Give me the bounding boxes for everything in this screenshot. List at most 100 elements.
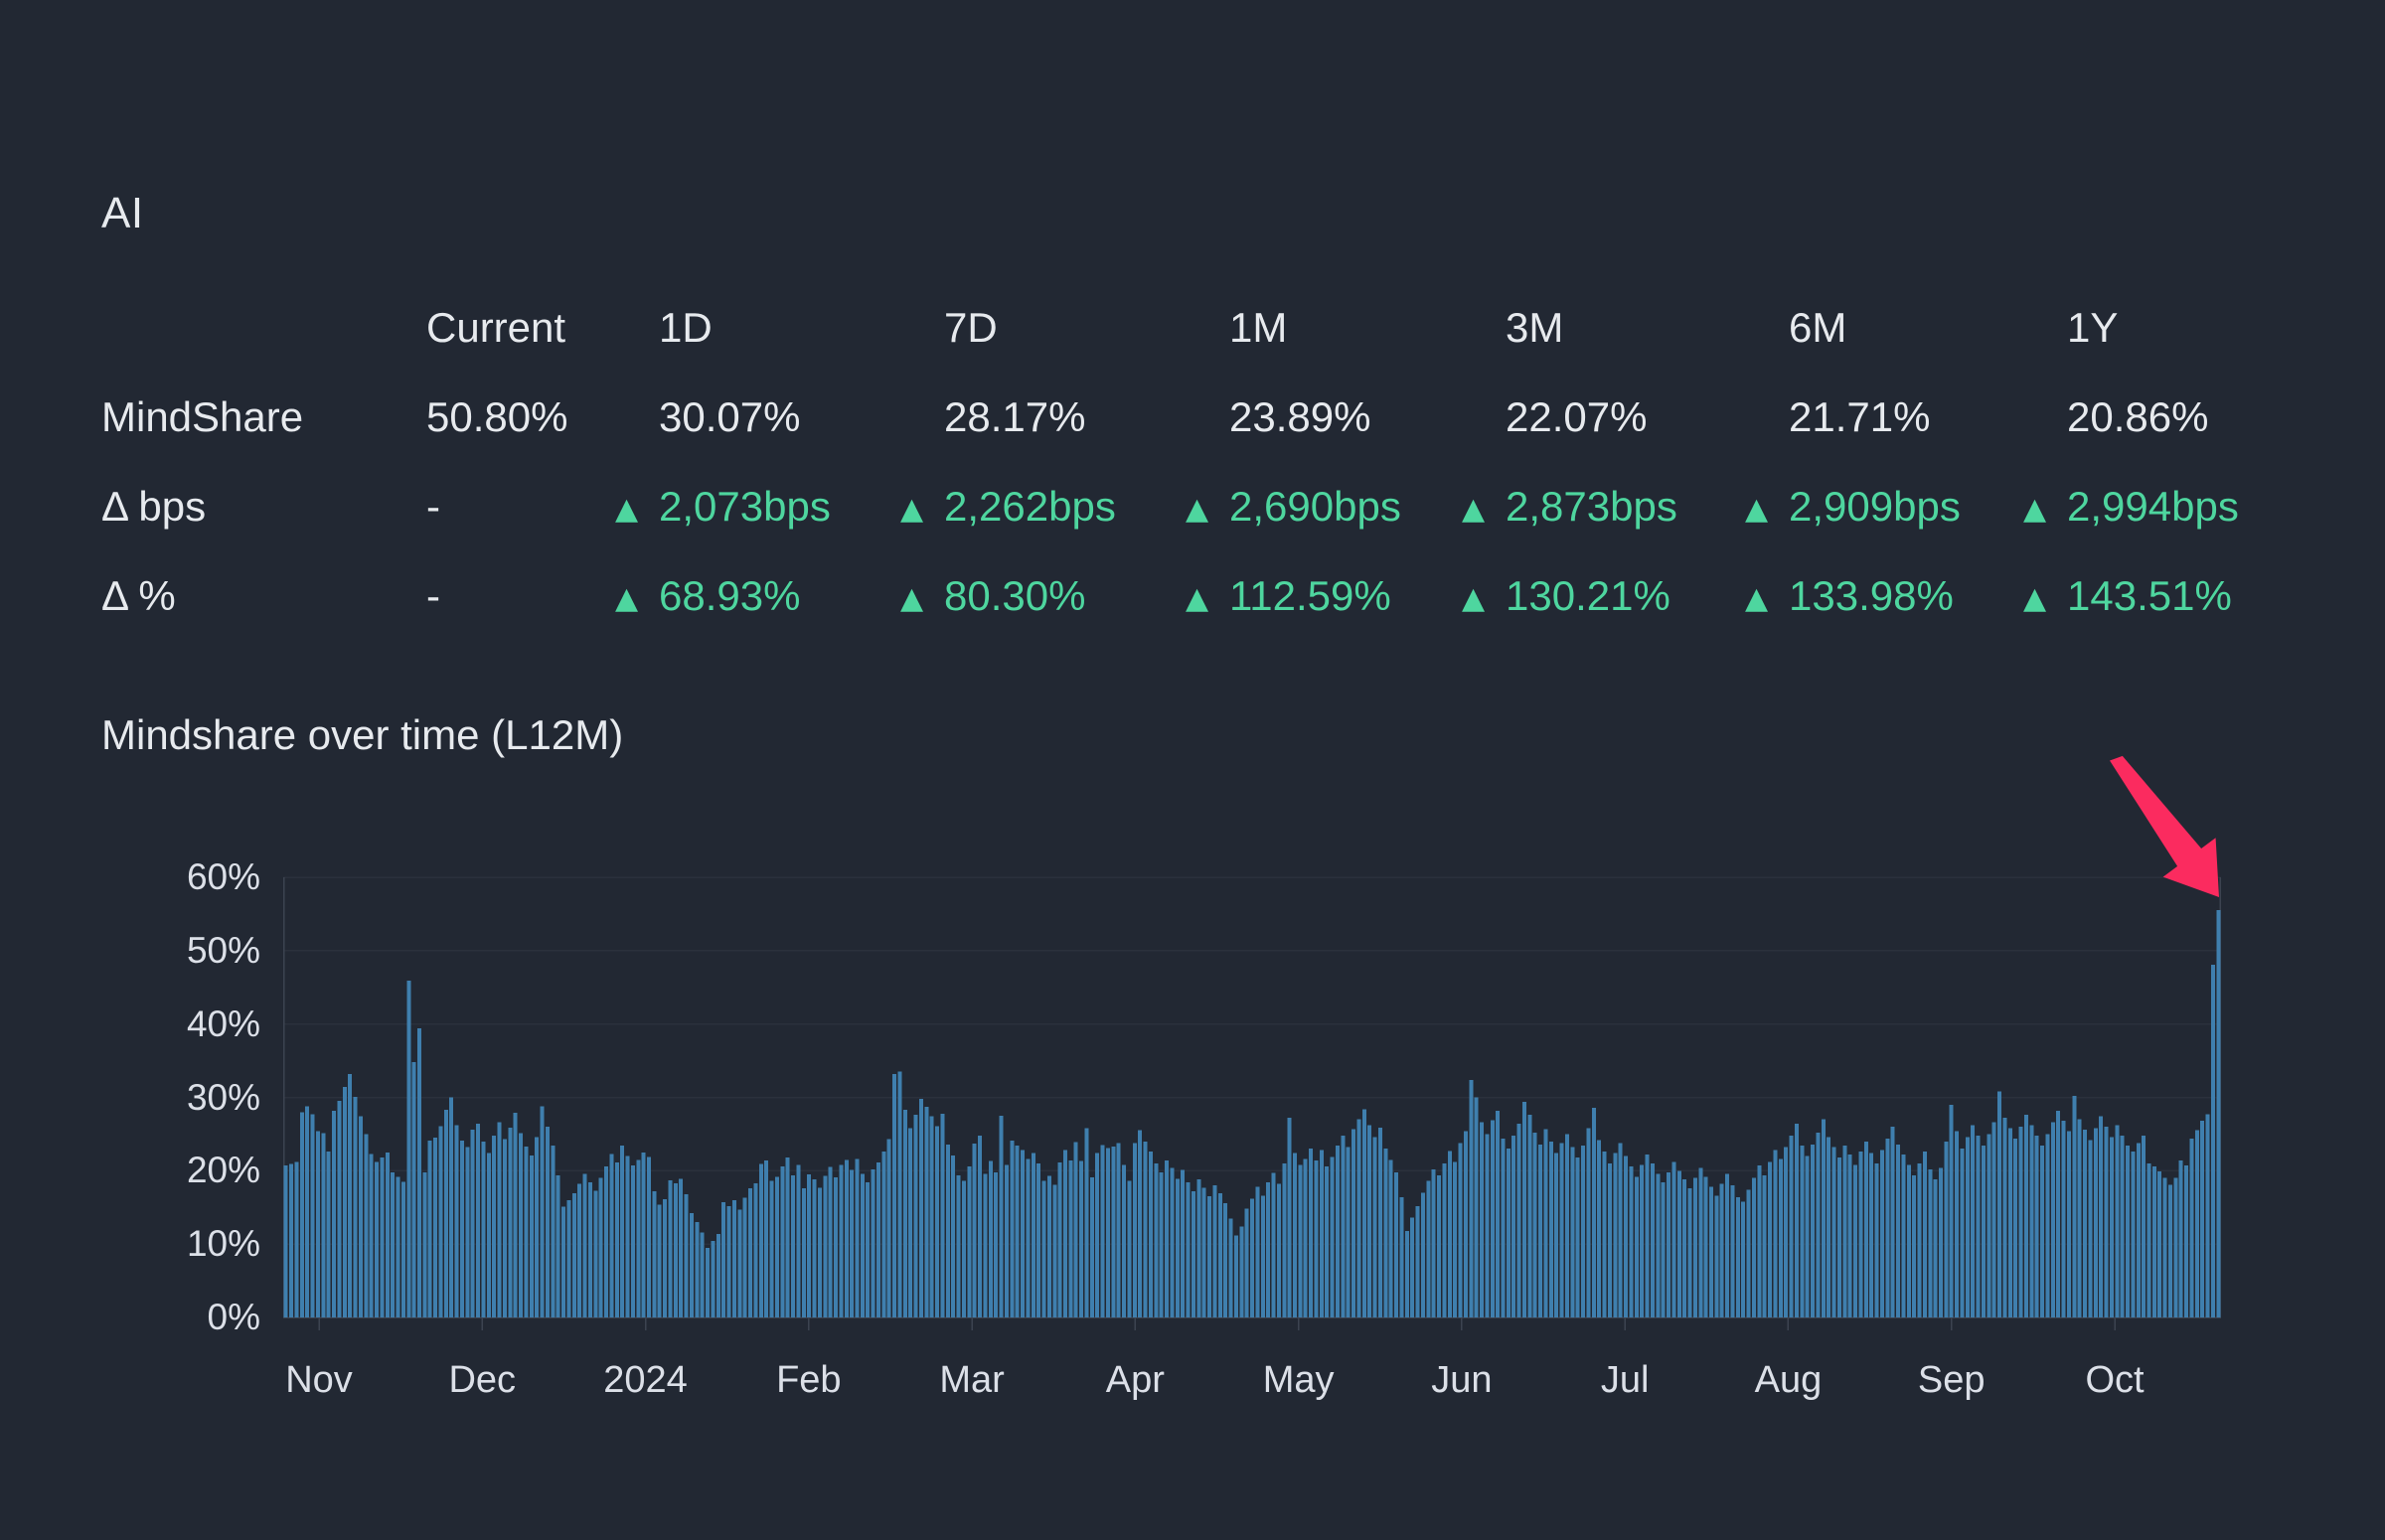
mindshare-bar[interactable]	[636, 1159, 641, 1317]
mindshare-bar[interactable]	[951, 1155, 956, 1317]
mindshare-bar[interactable]	[1853, 1164, 1858, 1317]
mindshare-bar[interactable]	[2120, 1135, 2125, 1317]
mindshare-bar[interactable]	[1159, 1171, 1164, 1317]
mindshare-bar[interactable]	[1661, 1182, 1666, 1317]
mindshare-bar[interactable]	[726, 1205, 731, 1317]
mindshare-bar[interactable]	[1703, 1176, 1708, 1317]
mindshare-bar[interactable]	[1511, 1135, 1516, 1317]
mindshare-bar[interactable]	[406, 981, 411, 1317]
mindshare-bar[interactable]	[1341, 1135, 1346, 1317]
mindshare-bar[interactable]	[2061, 1121, 2066, 1317]
mindshare-bar[interactable]	[1613, 1153, 1618, 1317]
mindshare-bar[interactable]	[1811, 1144, 1816, 1317]
mindshare-bar[interactable]	[2115, 1125, 2120, 1317]
mindshare-bar[interactable]	[1928, 1168, 1933, 1317]
mindshare-bar[interactable]	[481, 1141, 486, 1317]
mindshare-bar[interactable]	[630, 1165, 635, 1317]
mindshare-bar[interactable]	[1298, 1164, 1303, 1317]
mindshare-bar[interactable]	[764, 1160, 769, 1317]
mindshare-bar[interactable]	[1036, 1162, 1041, 1317]
mindshare-bar[interactable]	[2131, 1152, 2136, 1317]
mindshare-bar[interactable]	[1778, 1158, 1783, 1317]
mindshare-bar[interactable]	[1607, 1162, 1612, 1317]
mindshare-bar[interactable]	[1735, 1196, 1740, 1317]
mindshare-bar[interactable]	[711, 1241, 716, 1317]
mindshare-bar[interactable]	[2189, 1138, 2194, 1317]
mindshare-bar[interactable]	[1629, 1165, 1634, 1317]
mindshare-bar[interactable]	[1768, 1161, 1773, 1317]
mindshare-bar[interactable]	[1597, 1140, 1602, 1317]
mindshare-bar[interactable]	[1383, 1149, 1388, 1317]
mindshare-bar[interactable]	[1122, 1164, 1127, 1317]
mindshare-bar[interactable]	[908, 1128, 913, 1317]
mindshare-bar[interactable]	[1645, 1155, 1650, 1317]
mindshare-bar[interactable]	[342, 1087, 347, 1317]
mindshare-bar[interactable]	[1287, 1118, 1292, 1317]
mindshare-bar[interactable]	[459, 1141, 464, 1317]
mindshare-bar[interactable]	[1821, 1119, 1826, 1317]
mindshare-bar[interactable]	[860, 1173, 865, 1317]
mindshare-bar[interactable]	[545, 1127, 550, 1317]
mindshare-bar[interactable]	[2013, 1138, 2018, 1317]
mindshare-bar[interactable]	[673, 1182, 678, 1317]
mindshare-bar[interactable]	[1063, 1150, 1067, 1317]
mindshare-bar[interactable]	[902, 1110, 907, 1317]
mindshare-bar[interactable]	[1784, 1147, 1789, 1317]
mindshare-bar[interactable]	[2023, 1115, 2028, 1317]
mindshare-bar[interactable]	[529, 1155, 534, 1317]
mindshare-bar[interactable]	[1361, 1109, 1366, 1317]
mindshare-bar[interactable]	[1404, 1230, 1409, 1317]
mindshare-bar[interactable]	[337, 1101, 342, 1317]
mindshare-bar[interactable]	[1148, 1152, 1153, 1317]
mindshare-bar[interactable]	[1116, 1143, 1121, 1317]
mindshare-bar[interactable]	[486, 1153, 491, 1317]
mindshare-bar[interactable]	[1650, 1162, 1655, 1317]
mindshare-bar[interactable]	[1181, 1169, 1186, 1317]
mindshare-bar[interactable]	[1250, 1198, 1255, 1317]
mindshare-bar[interactable]	[2002, 1118, 2007, 1317]
mindshare-bar[interactable]	[1052, 1184, 1057, 1317]
mindshare-bar[interactable]	[2040, 1146, 2045, 1317]
mindshare-bar[interactable]	[1581, 1146, 1586, 1317]
mindshare-bar[interactable]	[566, 1199, 571, 1317]
mindshare-bar[interactable]	[1751, 1177, 1756, 1317]
mindshare-bar[interactable]	[519, 1133, 524, 1317]
mindshare-bar[interactable]	[396, 1176, 400, 1317]
mindshare-bar[interactable]	[1026, 1158, 1031, 1317]
mindshare-bar[interactable]	[1885, 1138, 1890, 1317]
mindshare-bar[interactable]	[1944, 1141, 1949, 1317]
mindshare-bar[interactable]	[886, 1139, 891, 1317]
mindshare-bar[interactable]	[1474, 1097, 1479, 1317]
mindshare-bar[interactable]	[1447, 1151, 1452, 1317]
mindshare-bar[interactable]	[1276, 1183, 1281, 1317]
mindshare-bar[interactable]	[1372, 1137, 1377, 1317]
mindshare-bar[interactable]	[1196, 1179, 1201, 1317]
mindshare-bar[interactable]	[1485, 1134, 1490, 1317]
mindshare-bar[interactable]	[1255, 1186, 1260, 1317]
mindshare-bar[interactable]	[449, 1097, 454, 1317]
mindshare-bar[interactable]	[2099, 1116, 2104, 1317]
mindshare-bar[interactable]	[283, 1165, 288, 1317]
mindshare-bar[interactable]	[2157, 1171, 2162, 1317]
mindshare-bar[interactable]	[609, 1154, 614, 1317]
mindshare-bar[interactable]	[2142, 1135, 2146, 1317]
mindshare-bar[interactable]	[839, 1164, 844, 1317]
mindshare-bar[interactable]	[1687, 1188, 1692, 1317]
mindshare-bar[interactable]	[2136, 1143, 2141, 1317]
mindshare-bar[interactable]	[380, 1157, 385, 1317]
mindshare-bar[interactable]	[391, 1171, 396, 1317]
mindshare-bar[interactable]	[2194, 1130, 2199, 1317]
mindshare-bar[interactable]	[470, 1130, 475, 1317]
mindshare-bar[interactable]	[476, 1124, 481, 1317]
mindshare-bar[interactable]	[2029, 1125, 2034, 1317]
mindshare-bar[interactable]	[881, 1152, 886, 1317]
mindshare-bar[interactable]	[1938, 1167, 1943, 1317]
mindshare-bar[interactable]	[577, 1183, 582, 1317]
mindshare-bar[interactable]	[652, 1191, 657, 1317]
mindshare-bar[interactable]	[1330, 1156, 1335, 1317]
mindshare-bar[interactable]	[812, 1179, 817, 1317]
mindshare-bar[interactable]	[1352, 1129, 1356, 1317]
mindshare-bar[interactable]	[1634, 1176, 1639, 1317]
mindshare-bar[interactable]	[299, 1112, 304, 1317]
mindshare-bar[interactable]	[2173, 1177, 2178, 1317]
